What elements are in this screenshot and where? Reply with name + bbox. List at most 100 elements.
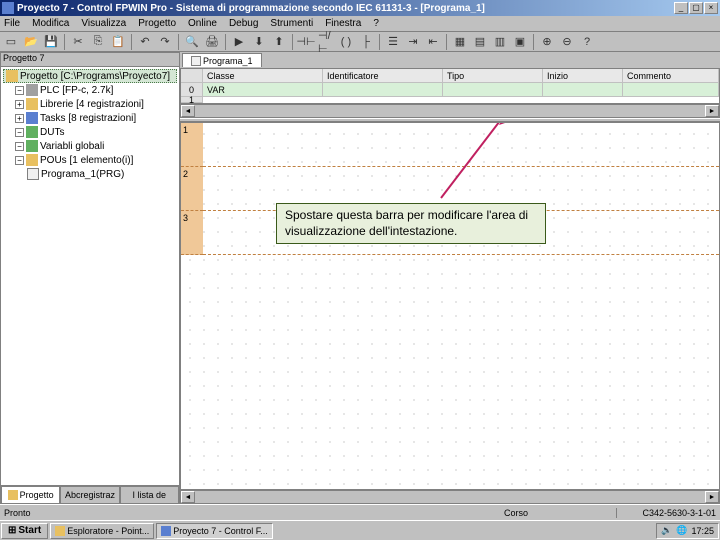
- grid-hscroll[interactable]: ◄ ►: [180, 104, 720, 118]
- contact-icon: ⊣⊢: [296, 35, 315, 48]
- separator: [379, 34, 380, 50]
- tree-root[interactable]: Progetto [C:\Programs\Proyecto7]: [3, 69, 177, 83]
- task-fpwin[interactable]: Proyecto 7 - Control F...: [156, 523, 273, 539]
- menu-window[interactable]: Finestra: [325, 18, 361, 29]
- separator: [178, 34, 179, 50]
- menu-online[interactable]: Online: [188, 18, 217, 29]
- help-button[interactable]: ?: [578, 33, 596, 51]
- tree-root-label: Progetto [C:\Programs\Proyecto7]: [20, 71, 170, 82]
- list-button[interactable]: ☰: [384, 33, 402, 51]
- editor-hscroll[interactable]: ◄ ►: [180, 490, 720, 504]
- table-button[interactable]: ▥: [491, 33, 509, 51]
- expand-icon[interactable]: −: [15, 156, 24, 165]
- menu-file[interactable]: File: [4, 18, 20, 29]
- tree-item-plc[interactable]: − PLC [FP-c, 2.7k]: [3, 83, 177, 97]
- row-num[interactable]: 1: [181, 97, 203, 103]
- view-button[interactable]: ▣: [511, 33, 529, 51]
- coil-button[interactable]: ( ): [337, 33, 355, 51]
- paste-button[interactable]: 📋: [109, 33, 127, 51]
- scroll-right-button[interactable]: ►: [705, 491, 719, 503]
- scroll-right-button[interactable]: ►: [705, 105, 719, 117]
- contact-no-button[interactable]: ⊣⊢: [297, 33, 315, 51]
- cell[interactable]: [323, 83, 443, 97]
- tree-item-duts[interactable]: − DUTs: [3, 125, 177, 139]
- status-center: Corso: [416, 508, 616, 518]
- tab-registraz[interactable]: Abcregistraz: [60, 486, 119, 503]
- scroll-left-button[interactable]: ◄: [181, 105, 195, 117]
- col-tipo[interactable]: Tipo: [443, 69, 543, 83]
- cut-button[interactable]: ✂: [69, 33, 87, 51]
- cell[interactable]: [623, 83, 719, 97]
- project-tree[interactable]: Progetto [C:\Programs\Proyecto7] − PLC […: [1, 67, 179, 485]
- menu-debug[interactable]: Debug: [229, 18, 258, 29]
- separator: [533, 34, 534, 50]
- network-1[interactable]: 1: [181, 123, 203, 167]
- undo-button[interactable]: ↶: [136, 33, 154, 51]
- compile-button[interactable]: ▶: [230, 33, 248, 51]
- grid-button[interactable]: ▤: [471, 33, 489, 51]
- expand-icon[interactable]: −: [15, 142, 24, 151]
- app-icon: [161, 526, 171, 536]
- outdent-button[interactable]: ⇤: [424, 33, 442, 51]
- print-button[interactable]: 🖨: [203, 33, 221, 51]
- tree-item-tasks[interactable]: + Tasks [8 registrazioni]: [3, 111, 177, 125]
- close-button[interactable]: ×: [704, 2, 718, 14]
- col-inizio[interactable]: Inizio: [543, 69, 623, 83]
- cell[interactable]: [543, 83, 623, 97]
- statusbar: Pronto Corso C342-5630-3-1-01: [0, 504, 720, 520]
- tree-item-pous[interactable]: − POUs [1 elemento(i)]: [3, 153, 177, 167]
- ladder-editor[interactable]: 1 2 3 Spostare questa barra per modifica…: [180, 122, 720, 490]
- tree-item-libs[interactable]: + Librerie [4 registrazioni]: [3, 97, 177, 111]
- col-ident[interactable]: Identificatore: [323, 69, 443, 83]
- titlebar: Proyecto 7 - Control FPWIN Pro - Sistema…: [0, 0, 720, 16]
- expand-icon[interactable]: +: [15, 100, 24, 109]
- network-2[interactable]: 2: [181, 167, 203, 211]
- tray-icon[interactable]: 🌐: [676, 525, 687, 536]
- menu-edit[interactable]: Modifica: [32, 18, 69, 29]
- tree-item-program[interactable]: Programa_1(PRG): [3, 167, 177, 181]
- tree-header: Progetto 7: [1, 53, 179, 67]
- col-commento[interactable]: Commento: [623, 69, 719, 83]
- cell-var[interactable]: VAR: [203, 83, 323, 97]
- find-button[interactable]: 🔍: [183, 33, 201, 51]
- branch-button[interactable]: ├: [357, 33, 375, 51]
- start-button[interactable]: ⊞ Start: [1, 523, 48, 539]
- tree-item-globals[interactable]: − Variabli globali: [3, 139, 177, 153]
- menu-help[interactable]: ?: [373, 18, 379, 29]
- system-tray[interactable]: 🔊 🌐 17:25: [656, 523, 719, 539]
- expand-icon[interactable]: −: [15, 128, 24, 137]
- menu-project[interactable]: Progetto: [138, 18, 176, 29]
- save-button[interactable]: 💾: [42, 33, 60, 51]
- zoom-in-button[interactable]: ⊕: [538, 33, 556, 51]
- new-icon: ▭: [6, 35, 16, 48]
- contact-nc-button[interactable]: ⊣/⊢: [317, 33, 335, 51]
- col-classe[interactable]: Classe: [203, 69, 323, 83]
- indent-button[interactable]: ⇥: [404, 33, 422, 51]
- menubar: File Modifica Visualizza Progetto Online…: [0, 16, 720, 32]
- tab-project[interactable]: Progetto: [1, 486, 60, 503]
- variable-grid[interactable]: Classe Identificatore Tipo Inizio Commen…: [180, 68, 720, 104]
- zoom-out-button[interactable]: ⊖: [558, 33, 576, 51]
- open-button[interactable]: 📂: [22, 33, 40, 51]
- maximize-button[interactable]: ▢: [689, 2, 703, 14]
- menu-tools[interactable]: Strumenti: [270, 18, 313, 29]
- scroll-left-button[interactable]: ◄: [181, 491, 195, 503]
- task-explorer[interactable]: Esploratore - Point...: [50, 523, 154, 539]
- menu-view[interactable]: Visualizza: [81, 18, 126, 29]
- cell[interactable]: [443, 83, 543, 97]
- expand-icon[interactable]: −: [15, 86, 24, 95]
- redo-button[interactable]: ↷: [156, 33, 174, 51]
- tab-programa[interactable]: Programa_1: [182, 53, 262, 67]
- download-button[interactable]: ⬇: [250, 33, 268, 51]
- upload-button[interactable]: ⬆: [270, 33, 288, 51]
- contact-nc-icon: ⊣/⊢: [318, 29, 334, 55]
- network-button[interactable]: ▦: [451, 33, 469, 51]
- network-3[interactable]: 3: [181, 211, 203, 255]
- minimize-button[interactable]: _: [674, 2, 688, 14]
- tray-icon[interactable]: 🔊: [661, 525, 672, 536]
- copy-button[interactable]: ⎘: [89, 33, 107, 51]
- new-button[interactable]: ▭: [2, 33, 20, 51]
- folder-icon: [55, 526, 65, 536]
- expand-icon[interactable]: +: [15, 114, 24, 123]
- tab-lista[interactable]: I lista de: [120, 486, 179, 503]
